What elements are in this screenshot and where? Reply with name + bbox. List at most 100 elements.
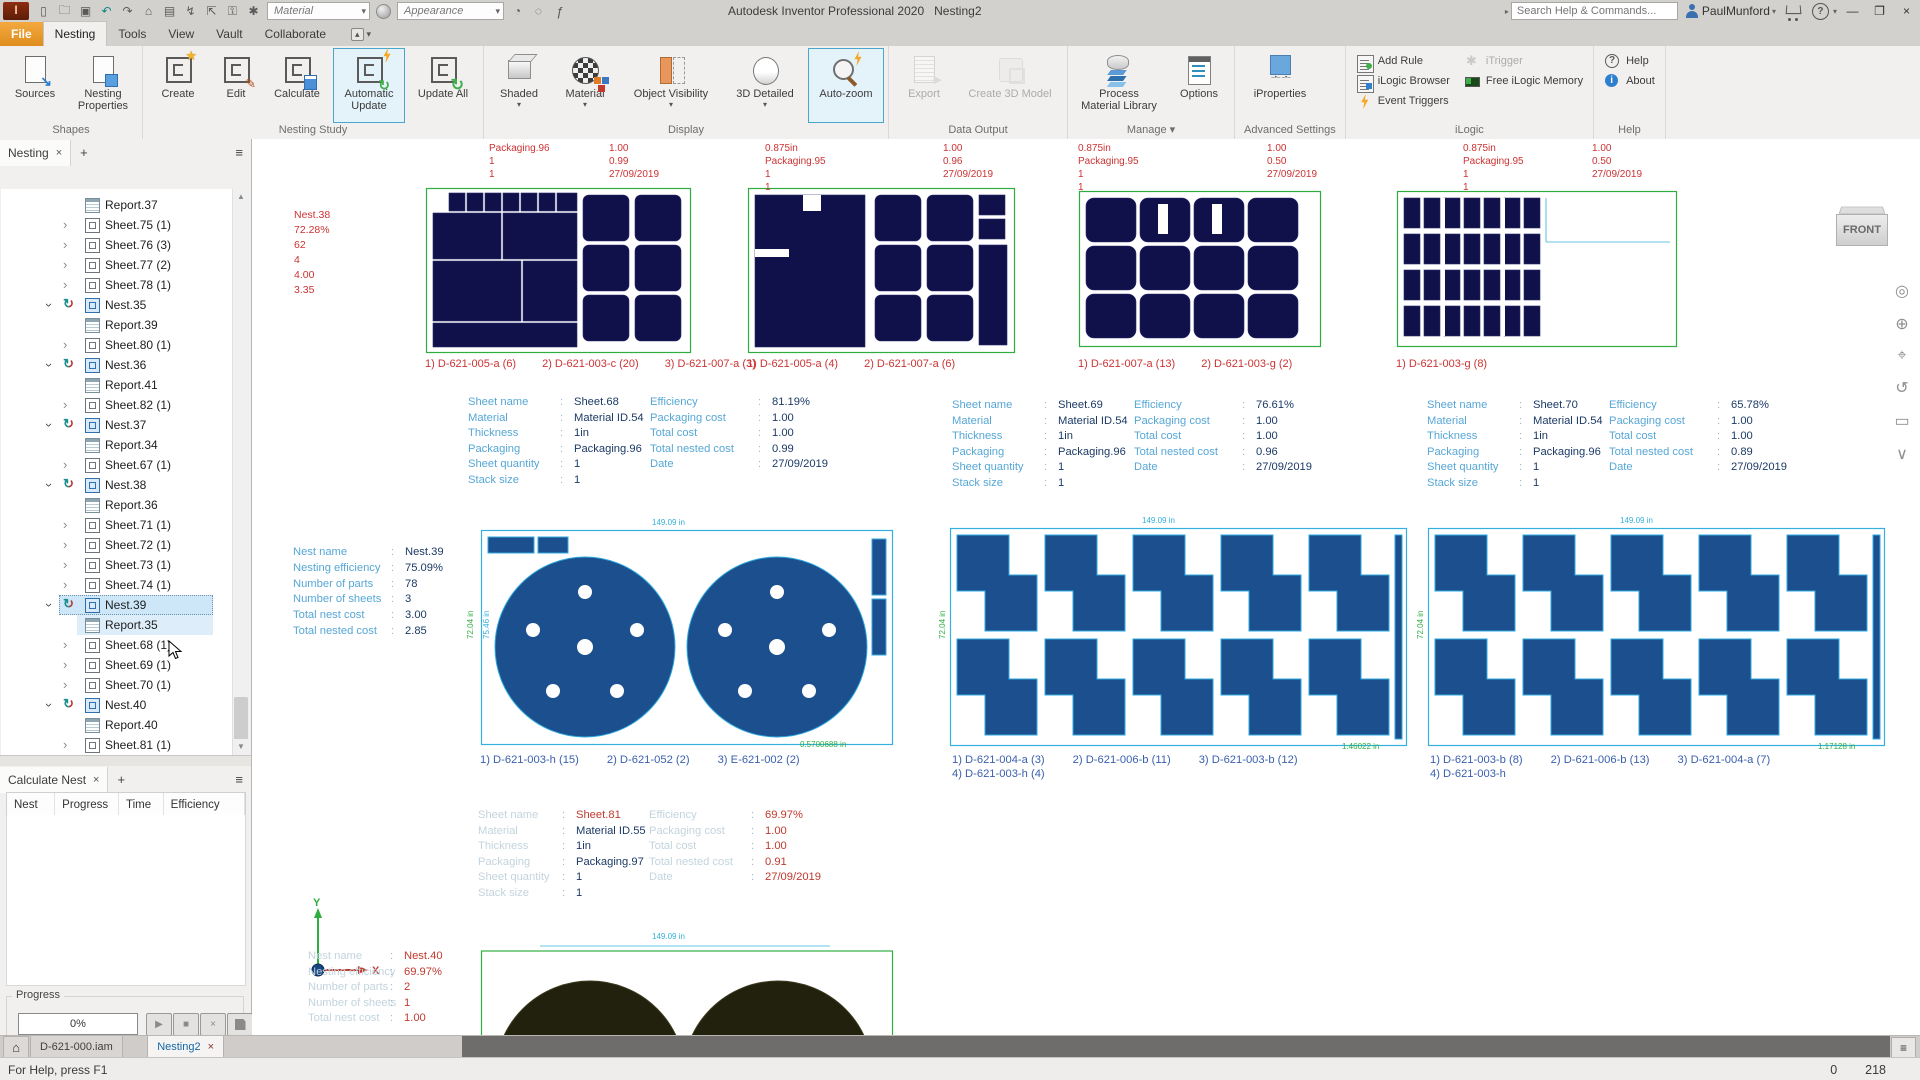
calculate-nest-tab[interactable]: Calculate Nest × bbox=[0, 767, 108, 793]
tree-item-sheet691[interactable]: ›Sheet.69 (1) bbox=[1, 655, 249, 675]
create-button[interactable]: ★Create bbox=[147, 48, 209, 123]
appearance-combo[interactable]: Appearance ▾ bbox=[397, 2, 504, 20]
chevron-collapsed-icon[interactable]: › bbox=[63, 335, 67, 355]
ribbon-tab-file[interactable]: File bbox=[0, 22, 43, 46]
tree-item-report37[interactable]: Report.37 bbox=[1, 195, 249, 215]
calc-column-progress[interactable]: Progress bbox=[55, 793, 119, 816]
tree-item-nest40[interactable]: ›Nest.40 bbox=[1, 695, 249, 715]
fx-icon[interactable]: ƒ bbox=[549, 2, 570, 20]
chevron-collapsed-icon[interactable]: › bbox=[63, 675, 67, 695]
chevron-expanded-icon[interactable]: › bbox=[39, 603, 59, 607]
3d-detailed-button[interactable]: 3D Detailed▾ bbox=[724, 48, 806, 123]
calc-column-time[interactable]: Time bbox=[119, 793, 164, 816]
tree-item-report39[interactable]: Report.39 bbox=[1, 315, 249, 335]
dock-menu-icon[interactable]: ≡ bbox=[1891, 1037, 1916, 1059]
ilogic-browser-button[interactable]: iLogic Browser bbox=[1349, 71, 1457, 91]
document-tab-d621000iam[interactable]: D-621-000.iam bbox=[30, 1036, 123, 1058]
tree-item-sheet763[interactable]: ›Sheet.76 (3) bbox=[1, 235, 249, 255]
event-triggers-button[interactable]: Event Triggers bbox=[1349, 91, 1457, 111]
chevron-expanded-icon[interactable]: › bbox=[39, 303, 59, 307]
tree-item-nest36[interactable]: ›Nest.36 bbox=[1, 355, 249, 375]
process-material-library-button[interactable]: Process Material Library bbox=[1072, 48, 1166, 123]
ribbon-group-label-manage[interactable]: Manage ▾ bbox=[1069, 123, 1233, 139]
collapse-search-icon[interactable]: ▸ bbox=[1505, 7, 1509, 16]
free-ilogic-memory-button[interactable]: Free iLogic Memory bbox=[1457, 71, 1590, 91]
nest40-sheet81-preview[interactable] bbox=[480, 945, 894, 1035]
export-quick-icon[interactable]: ⇱ bbox=[201, 2, 222, 20]
run-calculation-button[interactable]: ▶ bbox=[146, 1013, 172, 1036]
graphics-canvas[interactable]: FRONT ◎⊕⌖↺▭∨ Y X Packaging.96111.000.992… bbox=[252, 139, 1920, 1035]
ribbon-tab-tools[interactable]: Tools bbox=[107, 22, 157, 46]
save-result-button[interactable] bbox=[227, 1013, 253, 1036]
save-icon[interactable]: ▣ bbox=[75, 2, 96, 20]
tree-item-sheet751[interactable]: ›Sheet.75 (1) bbox=[1, 215, 249, 235]
chevron-collapsed-icon[interactable]: › bbox=[63, 515, 67, 535]
chevron-expanded-icon[interactable]: › bbox=[39, 423, 59, 427]
open-icon[interactable]: 🗀 bbox=[54, 2, 75, 20]
chevron-collapsed-icon[interactable]: › bbox=[63, 455, 67, 475]
tree-item-report35[interactable]: Report.35 bbox=[1, 615, 249, 635]
about-button[interactable]: About bbox=[1597, 71, 1662, 91]
calc-column-efficiency[interactable]: Efficiency bbox=[164, 793, 245, 816]
pan-icon[interactable]: ⊕ bbox=[1895, 314, 1908, 334]
browser-tab-nesting[interactable]: Nesting × bbox=[0, 140, 71, 166]
tree-item-sheet781[interactable]: ›Sheet.78 (1) bbox=[1, 275, 249, 295]
document-tab-nesting2[interactable]: Nesting2× bbox=[147, 1036, 224, 1058]
chevron-collapsed-icon[interactable]: › bbox=[63, 275, 67, 295]
chevron-collapsed-icon[interactable]: › bbox=[63, 655, 67, 675]
update-all-button[interactable]: ↻Update All bbox=[407, 48, 479, 123]
tree-item-sheet741[interactable]: ›Sheet.74 (1) bbox=[1, 575, 249, 595]
redo-icon[interactable]: ↷ bbox=[117, 2, 138, 20]
nest39-sheet69-preview[interactable] bbox=[949, 527, 1408, 747]
chevron-collapsed-icon[interactable]: › bbox=[63, 735, 67, 755]
new-document-icon[interactable]: ▯ bbox=[33, 2, 54, 20]
add-rule-button[interactable]: Add Rule bbox=[1349, 51, 1457, 71]
nest36-sheet-preview[interactable] bbox=[1396, 190, 1678, 349]
nest39-sheet68-preview[interactable] bbox=[480, 529, 894, 747]
ribbon-collapse-button[interactable]: ▴▾ bbox=[351, 26, 385, 43]
sketch-icon[interactable]: ▤ bbox=[159, 2, 180, 20]
ribbon-tab-nesting[interactable]: Nesting bbox=[43, 21, 108, 46]
material-button[interactable]: Material▾ bbox=[552, 48, 618, 123]
tree-item-nest39[interactable]: ›Nest.39 bbox=[1, 595, 249, 615]
options-button[interactable]: Options bbox=[1168, 48, 1230, 123]
tree-item-report34[interactable]: Report.34 bbox=[1, 435, 249, 455]
zoom-icon[interactable]: ⌖ bbox=[1897, 347, 1906, 365]
automatic-update-button[interactable]: ↻Automatic Update bbox=[333, 48, 405, 123]
help-menu-chevron-icon[interactable]: ▾ bbox=[1833, 7, 1837, 16]
tree-item-report40[interactable]: Report.40 bbox=[1, 715, 249, 735]
appearance-add-icon[interactable]: ◔ bbox=[507, 2, 528, 20]
iproperties-button[interactable]: iProperties bbox=[1239, 48, 1321, 123]
tree-item-sheet811[interactable]: ›Sheet.81 (1) bbox=[1, 735, 249, 755]
chevron-collapsed-icon[interactable]: › bbox=[63, 235, 67, 255]
user-menu-chevron-icon[interactable]: ▾ bbox=[1772, 7, 1776, 16]
orbit-icon[interactable]: ↺ bbox=[1895, 378, 1908, 398]
minimize-button[interactable]: — bbox=[1839, 0, 1866, 22]
edit-button[interactable]: ✎Edit bbox=[211, 48, 261, 123]
look-at-icon[interactable]: ▭ bbox=[1894, 411, 1909, 431]
auto-zoom-button[interactable]: Auto-zoom bbox=[808, 48, 884, 123]
search-input[interactable] bbox=[1511, 2, 1678, 20]
add-panel-tab-button[interactable]: + bbox=[71, 145, 97, 160]
chevron-collapsed-icon[interactable]: › bbox=[63, 535, 67, 555]
tree-item-sheet772[interactable]: ›Sheet.77 (2) bbox=[1, 255, 249, 275]
sources-button[interactable]: Sources bbox=[4, 48, 66, 123]
store-cart-icon[interactable] bbox=[1786, 5, 1802, 18]
chevron-expanded-icon[interactable]: › bbox=[39, 363, 59, 367]
panel-menu-icon[interactable]: ≡ bbox=[227, 772, 251, 787]
panel-menu-icon[interactable]: ≡ bbox=[227, 145, 251, 160]
nest38-sheet-2-preview[interactable] bbox=[747, 187, 1016, 355]
chevron-collapsed-icon[interactable]: › bbox=[63, 395, 67, 415]
calc-column-nest[interactable]: Nest bbox=[7, 793, 55, 816]
nest38-sheet-1-preview[interactable] bbox=[425, 187, 692, 355]
tree-item-nest38[interactable]: ›Nest.38 bbox=[1, 475, 249, 495]
stop-calculation-button[interactable]: ■ bbox=[173, 1013, 199, 1036]
close-button[interactable]: × bbox=[1893, 0, 1920, 22]
chevron-expanded-icon[interactable]: › bbox=[39, 483, 59, 487]
scroll-down-icon[interactable]: ▼ bbox=[233, 739, 249, 755]
add-panel-tab-button[interactable]: + bbox=[108, 772, 134, 787]
nesting-properties-button[interactable]: Nesting Properties bbox=[68, 48, 138, 123]
gear-icon[interactable]: ✱ bbox=[243, 2, 264, 20]
material-sphere-icon[interactable] bbox=[373, 2, 394, 20]
view-cube[interactable]: FRONT bbox=[1835, 205, 1887, 247]
